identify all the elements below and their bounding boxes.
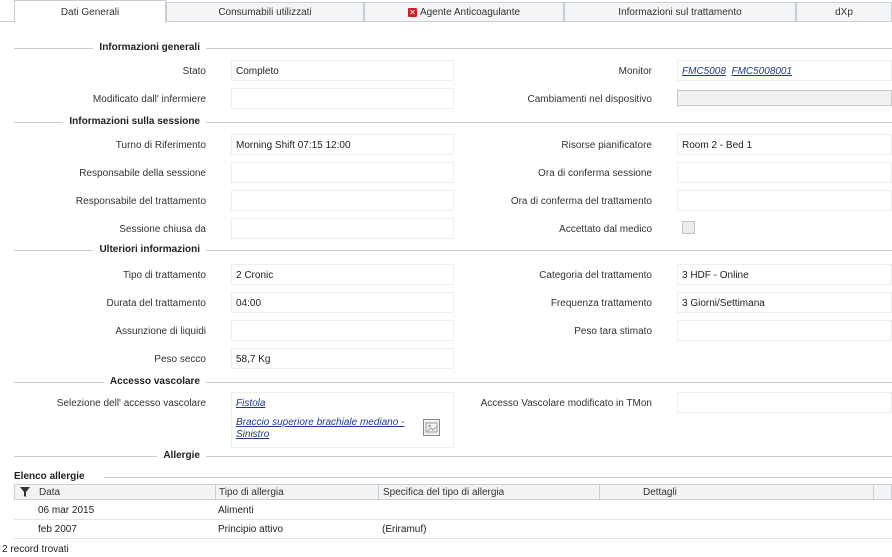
elenco-allergie-title: Elenco allergie bbox=[14, 471, 85, 482]
accettato-medico-checkbox[interactable] bbox=[682, 221, 695, 234]
assunzione-liquidi-label: Assunzione di liquidi bbox=[115, 326, 206, 337]
risorse-label: Risorse pianificatore bbox=[561, 140, 652, 151]
durata-trattamento-label: Durata del trattamento bbox=[106, 298, 207, 309]
tab-agente-anticoagulante[interactable]: ✕ Agente Anticoagulante bbox=[364, 2, 564, 22]
tab-bar: Dati Generali Consumabili utilizzati ✕ A… bbox=[0, 0, 892, 23]
sessione-chiusa-field[interactable] bbox=[231, 218, 454, 239]
ora-conferma-trattamento-field[interactable] bbox=[677, 190, 892, 211]
peso-secco-value: 58,7 Kg bbox=[236, 354, 271, 365]
column-header-data[interactable]: Data bbox=[39, 487, 60, 498]
monitor-links: FMC5008 FMC5008001 bbox=[682, 66, 792, 78]
tab-label: Consumabili utilizzati bbox=[218, 7, 312, 18]
tipo-trattamento-value: 2 Cronic bbox=[236, 270, 274, 281]
tab-label: Agente Anticoagulante bbox=[419, 7, 521, 18]
column-separator bbox=[215, 485, 216, 501]
modificato-infermiere-label: Modificato dall' infermiere bbox=[92, 94, 206, 105]
section-divider bbox=[14, 456, 892, 457]
section-ulteriori-informazioni: Ulteriori informazioni bbox=[0, 243, 892, 257]
peso-tara-label: Peso tara stimato bbox=[574, 326, 652, 337]
braccio-link-line2[interactable]: Sinistro bbox=[236, 429, 269, 440]
cambiamenti-dispositivo-label: Cambiamenti nel dispositivo bbox=[527, 94, 652, 105]
table-row[interactable]: feb 2007 Principio attivo (Eriramuf) bbox=[14, 521, 892, 539]
record-count: 2 record trovati bbox=[2, 544, 69, 555]
tab-dxp[interactable]: dXp bbox=[796, 2, 892, 22]
section-title: Informazioni generali bbox=[93, 41, 206, 55]
column-header-dettagli[interactable]: Dettagli bbox=[643, 487, 677, 498]
stato-label: Stato bbox=[182, 66, 206, 77]
tab-dati-generali[interactable]: Dati Generali bbox=[14, 0, 166, 23]
accesso-modificato-tmon-field[interactable] bbox=[677, 392, 892, 413]
assunzione-liquidi-field[interactable] bbox=[231, 320, 454, 341]
responsabile-sessione-label: Responsabile della sessione bbox=[79, 168, 206, 179]
monitor-link-fmc5008[interactable]: FMC5008 bbox=[682, 66, 726, 77]
frequenza-trattamento-label: Frequenza trattamento bbox=[550, 298, 652, 309]
stato-value: Completo bbox=[236, 66, 279, 77]
elenco-allergie-divider bbox=[104, 477, 892, 478]
cambiamenti-dispositivo-field bbox=[677, 90, 892, 106]
section-title: Accesso vascolare bbox=[103, 375, 206, 389]
cell-data: feb 2007 bbox=[38, 524, 77, 535]
turno-value: Morning Shift 07:15 12:00 bbox=[236, 140, 351, 151]
ora-conferma-sessione-label: Ora di conferma sessione bbox=[538, 168, 652, 179]
section-title: Allergie bbox=[157, 449, 206, 463]
tab-label: Dati Generali bbox=[60, 6, 120, 18]
tab-consumabili[interactable]: Consumabili utilizzati bbox=[166, 2, 364, 22]
image-placeholder-icon[interactable] bbox=[423, 419, 440, 436]
section-informazioni-sessione: Informazioni sulla sessione bbox=[0, 115, 892, 129]
tab-label: dXp bbox=[835, 7, 853, 18]
monitor-link-fmc5008001[interactable]: FMC5008001 bbox=[731, 66, 792, 77]
peso-secco-label: Peso secco bbox=[154, 354, 206, 365]
responsabile-sessione-field[interactable] bbox=[231, 162, 454, 183]
responsabile-trattamento-label: Responsabile del trattamento bbox=[75, 196, 206, 207]
fistola-link-text[interactable]: Fistola bbox=[236, 398, 265, 409]
modificato-infermiere-field[interactable] bbox=[231, 88, 454, 109]
turno-label: Turno di Riferimento bbox=[115, 140, 206, 151]
section-allergie: Allergie bbox=[0, 449, 892, 463]
cell-data: 06 mar 2015 bbox=[38, 505, 95, 516]
accesso-modificato-tmon-label: Accesso Vascolare modificato in TMon bbox=[480, 398, 652, 409]
section-title: Ulteriori informazioni bbox=[93, 243, 206, 257]
table-header: Data Tipo di allergia Specifica del tipo… bbox=[14, 484, 892, 501]
column-separator bbox=[378, 485, 379, 501]
ora-conferma-sessione-field[interactable] bbox=[677, 162, 892, 183]
durata-trattamento-field[interactable] bbox=[231, 292, 454, 313]
selezione-accesso-label: Selezione dell' accesso vascolare bbox=[56, 398, 206, 409]
section-informazioni-generali: Informazioni generali bbox=[0, 41, 892, 55]
categoria-trattamento-value: 3 HDF - Online bbox=[682, 270, 749, 281]
tab-informazioni-trattamento[interactable]: Informazioni sul trattamento bbox=[564, 2, 796, 22]
peso-tara-field[interactable] bbox=[677, 320, 892, 341]
column-separator bbox=[599, 485, 600, 501]
fistola-link[interactable]: Fistola bbox=[236, 398, 265, 410]
durata-trattamento-value: 04:00 bbox=[236, 298, 262, 309]
ora-conferma-trattamento-label: Ora di conferma del trattamento bbox=[510, 196, 652, 207]
accettato-medico-label: Accettato dal medico bbox=[559, 224, 652, 235]
section-accesso-vascolare: Accesso vascolare bbox=[0, 375, 892, 389]
cell-specifica: (Eriramuf) bbox=[382, 524, 427, 535]
table-row[interactable]: 06 mar 2015 Alimenti bbox=[14, 502, 892, 520]
braccio-link-line1[interactable]: Braccio superiore brachiale mediano - bbox=[236, 417, 404, 428]
responsabile-trattamento-field[interactable] bbox=[231, 190, 454, 211]
column-separator bbox=[873, 485, 874, 501]
cell-tipo: Principio attivo bbox=[218, 524, 284, 535]
frequenza-trattamento-value: 3 Giorni/Settimana bbox=[682, 298, 765, 309]
monitor-label: Monitor bbox=[618, 66, 652, 77]
column-header-tipo[interactable]: Tipo di allergia bbox=[219, 487, 284, 498]
categoria-trattamento-label: Categoria del trattamento bbox=[539, 270, 652, 281]
sessione-chiusa-label: Sessione chiusa da bbox=[119, 224, 206, 235]
tipo-trattamento-label: Tipo di trattamento bbox=[122, 270, 206, 281]
filter-icon[interactable] bbox=[19, 486, 31, 498]
braccio-link[interactable]: Braccio superiore brachiale mediano - Si… bbox=[236, 417, 404, 441]
red-x-icon: ✕ bbox=[407, 8, 417, 17]
tab-label: Informazioni sul trattamento bbox=[618, 7, 742, 18]
column-header-specifica[interactable]: Specifica del tipo di allergia bbox=[383, 487, 504, 498]
cell-tipo: Alimenti bbox=[218, 505, 254, 516]
risorse-value: Room 2 - Bed 1 bbox=[682, 140, 753, 151]
section-title: Informazioni sulla sessione bbox=[63, 115, 206, 129]
